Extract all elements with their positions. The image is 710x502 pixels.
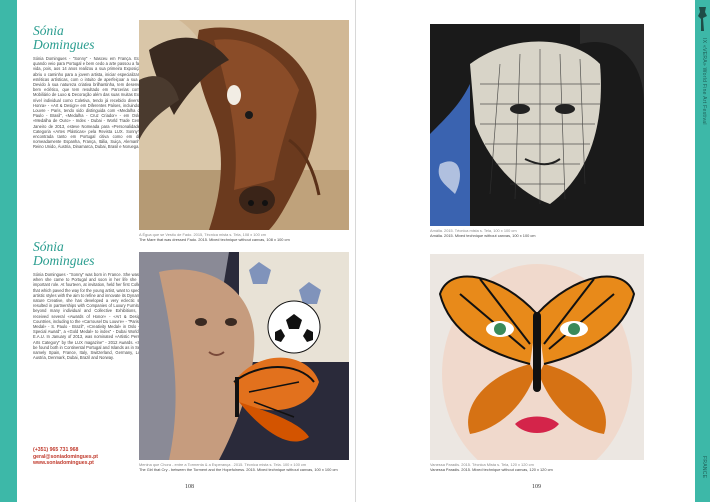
page-number-109: 109 (532, 484, 541, 490)
page-109: Amália. 2015. Técnica mista s. Tela, 100… (355, 0, 696, 502)
girl-butterfly-painting (139, 252, 349, 460)
caption-horse: A Égua que se Vestiu de Fado. 2015, Técn… (139, 232, 290, 242)
right-margin-band: IX «VERA» World Fine Art Festival FRANCE (695, 0, 710, 502)
email-link[interactable]: geral@soniadomingues.pt (33, 454, 98, 461)
artwork-girl-butterfly (139, 252, 349, 460)
page-108: Sónia Domingues Sónia Domingues - "Sonny… (17, 0, 355, 502)
festival-logo-icon (698, 7, 707, 31)
caption-amalia: Amália. 2015. Técnica mista s. Tela, 100… (430, 228, 536, 238)
country-side-label: FRANCE (701, 456, 707, 479)
left-margin-band (0, 0, 17, 502)
horse-painting (139, 20, 349, 230)
caption-vanessa-paradis: Vanessa Paradis. 2015. Técnica Mista s. … (430, 462, 553, 472)
contact-block: (+351) 965 731 968 geral@soniadomingues.… (33, 447, 98, 467)
catalog-spread: Sónia Domingues Sónia Domingues - "Sonny… (0, 0, 710, 502)
amalia-painting (430, 24, 644, 226)
artwork-horse (139, 20, 349, 230)
artwork-amalia (430, 24, 644, 226)
festival-side-header: IX «VERA» World Fine Art Festival (701, 38, 707, 125)
website-link[interactable]: www.soniadomingues.pt (33, 460, 98, 467)
phone-number: (+351) 965 731 968 (33, 447, 79, 453)
page-number-108: 108 (185, 484, 194, 490)
vanessa-paradis-painting (430, 254, 644, 460)
artwork-vanessa-paradis (430, 254, 644, 460)
caption-girl-butterfly: Menina que Chora - entre a Tormenta & a … (139, 462, 338, 472)
